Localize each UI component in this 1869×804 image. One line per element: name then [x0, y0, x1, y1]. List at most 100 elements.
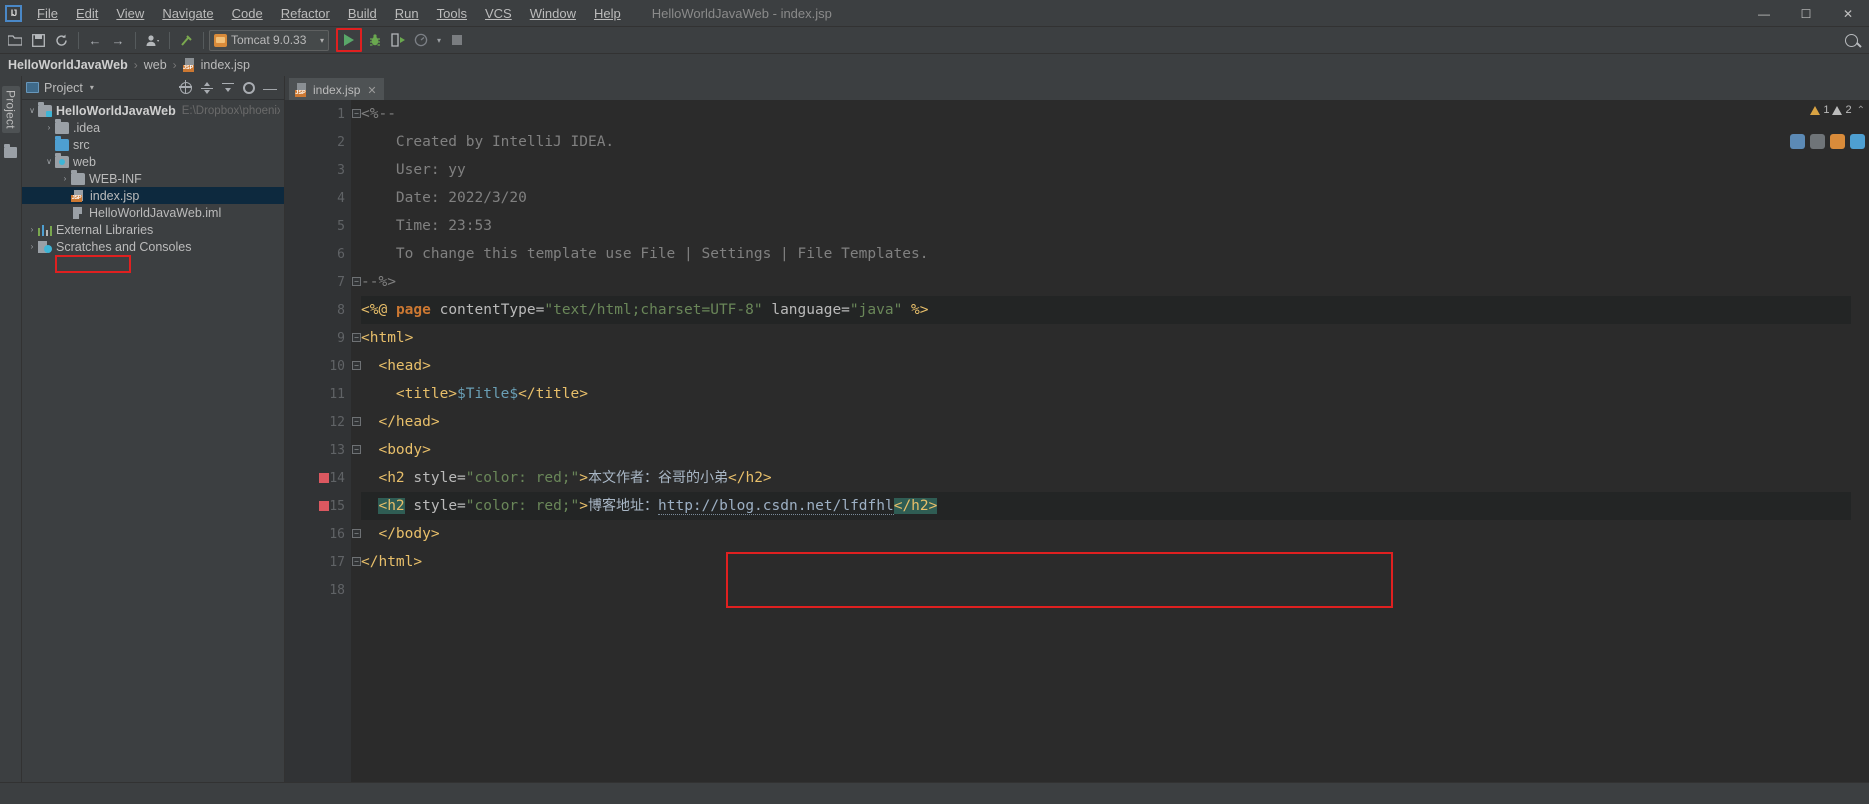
menu-window[interactable]: Window: [521, 0, 585, 27]
twisty-icon[interactable]: ›: [26, 242, 38, 251]
twisty-icon[interactable]: ∨: [26, 106, 38, 115]
menu-view[interactable]: View: [107, 0, 153, 27]
open-folder-icon[interactable]: [4, 29, 26, 51]
code-token-string: "color: red;": [465, 498, 580, 514]
close-icon[interactable]: ✕: [367, 84, 376, 97]
navigate-forward-icon[interactable]: →: [107, 29, 129, 51]
inspection-summary[interactable]: 1 2 ⌃: [1810, 104, 1865, 116]
structure-icon[interactable]: [4, 143, 17, 158]
breakpoint-icon[interactable]: [319, 473, 329, 483]
minimize-button[interactable]: —: [1743, 0, 1785, 27]
code-line-15: <h2 style="color: red;">博客地址：http://blog…: [361, 492, 1851, 520]
run-button[interactable]: [336, 28, 362, 52]
chevron-down-icon[interactable]: ▾: [90, 83, 94, 92]
code-text-area[interactable]: <%-- Created by IntelliJ IDEA. User: yy …: [351, 100, 1851, 782]
iml-file-icon: [71, 206, 85, 219]
source-folder-icon: [55, 136, 69, 151]
tree-node-index-jsp[interactable]: JSP index.jsp: [22, 187, 284, 204]
intellij-logo-icon: IJ: [5, 4, 22, 22]
code-token-tag-selected: </h2>: [893, 498, 938, 514]
debug-button[interactable]: [364, 29, 386, 51]
tree-node-external-libraries[interactable]: › External Libraries: [22, 221, 284, 238]
editor-gutter[interactable]: 1− 2 3 4 5 6 7− 8 9− 10− 11 12− 13− 14 1…: [285, 100, 361, 782]
settings-widget-icon[interactable]: [1790, 134, 1805, 149]
menu-code[interactable]: Code: [223, 0, 272, 27]
collapse-all-icon[interactable]: [220, 80, 236, 96]
tree-node-web-inf[interactable]: › WEB-INF: [22, 170, 284, 187]
twisty-icon[interactable]: ∨: [43, 157, 55, 166]
menu-navigate[interactable]: Navigate: [153, 0, 222, 27]
profiler-dropdown-icon[interactable]: ▾: [433, 29, 445, 51]
code-token-tag: </h2>: [728, 470, 772, 486]
navigate-back-icon[interactable]: ←: [84, 29, 106, 51]
tree-node-scratches-and-consoles[interactable]: › Scratches and Consoles: [22, 238, 284, 255]
breadcrumb-file[interactable]: index.jsp: [201, 58, 250, 72]
code-line-9: <html>: [361, 324, 1851, 352]
hide-panel-icon[interactable]: —: [262, 80, 278, 96]
info-widget-icon[interactable]: [1850, 134, 1865, 149]
menu-tools[interactable]: Tools: [428, 0, 476, 27]
close-button[interactable]: ✕: [1827, 0, 1869, 27]
tab-index-jsp[interactable]: JSP index.jsp ✕: [289, 78, 384, 100]
run-configuration-selector[interactable]: Tomcat 9.0.33 ▾: [209, 29, 329, 51]
settings-gear-icon[interactable]: [241, 80, 257, 96]
sync-icon[interactable]: [50, 29, 72, 51]
menu-edit[interactable]: Edit: [67, 0, 107, 27]
code-token-comment: Created by IntelliJ IDEA.: [395, 134, 615, 150]
save-icon[interactable]: [27, 29, 49, 51]
user-icon[interactable]: [141, 29, 163, 51]
tree-node-helloworldjavaweb[interactable]: ∨ HelloWorldJavaWeb E:\Dropbox\phoenix\T…: [22, 102, 284, 119]
hammer-icon[interactable]: [175, 29, 197, 51]
code-token-directive-close: %>: [911, 302, 929, 318]
maximize-button[interactable]: ☐: [1785, 0, 1827, 27]
profiler-button[interactable]: [410, 29, 432, 51]
tool-window-button-project[interactable]: Project: [1, 86, 20, 133]
menu-help[interactable]: Help: [585, 0, 630, 27]
menu-refactor[interactable]: Refactor: [272, 0, 339, 27]
intellij-window: IJ File Edit View Navigate Code Refactor…: [0, 0, 1869, 804]
twisty-icon[interactable]: ›: [59, 174, 71, 183]
run-with-coverage-button[interactable]: [387, 29, 409, 51]
tree-node-label: web: [73, 154, 96, 169]
editor-content[interactable]: 1− 2 3 4 5 6 7− 8 9− 10− 11 12− 13− 14 1…: [285, 100, 1869, 782]
jsp-file-icon: JSP: [182, 58, 197, 72]
locate-icon[interactable]: [178, 80, 194, 96]
breadcrumb-project[interactable]: HelloWorldJavaWeb: [8, 58, 128, 72]
stop-icon: [452, 35, 462, 45]
inspections-widget-icon[interactable]: [1810, 134, 1825, 149]
expand-all-icon[interactable]: [199, 80, 215, 96]
code-line-2: Created by IntelliJ IDEA.: [361, 128, 1851, 156]
chevron-up-icon[interactable]: ⌃: [1857, 105, 1865, 116]
menu-vcs[interactable]: VCS: [476, 0, 521, 27]
code-line-3: User: yy: [361, 156, 1851, 184]
twisty-icon[interactable]: ›: [26, 225, 38, 234]
tree-node-label: External Libraries: [56, 222, 154, 237]
scratches-icon: [38, 240, 52, 253]
project-tree: ∨ HelloWorldJavaWeb E:\Dropbox\phoenix\T…: [22, 100, 284, 782]
gutter-line: 14: [285, 464, 351, 492]
gutter-line: 13−: [285, 436, 361, 464]
menu-file[interactable]: File: [28, 0, 67, 27]
stop-button[interactable]: [446, 29, 468, 51]
menu-build[interactable]: Build: [339, 0, 386, 27]
menu-window-label: Window: [529, 5, 576, 21]
code-line-16: </body>: [361, 520, 1851, 548]
code-token-url[interactable]: http://blog.csdn.net/lfdfhl: [658, 498, 894, 515]
tree-node-idea[interactable]: › .idea: [22, 119, 284, 136]
tree-node-web[interactable]: ∨ web: [22, 153, 284, 170]
breadcrumb-folder[interactable]: web: [144, 58, 167, 72]
menu-vcs-label: VCS: [484, 5, 512, 21]
inspection-strip[interactable]: 1 2 ⌃: [1790, 100, 1869, 782]
module-folder-icon: [38, 102, 52, 117]
tree-node-label: HelloWorldJavaWeb: [56, 103, 176, 118]
tree-node-iml[interactable]: HelloWorldJavaWeb.iml: [22, 204, 284, 221]
code-token-tag: <title>: [395, 386, 458, 402]
breakpoint-icon[interactable]: [319, 501, 329, 511]
search-everywhere-button[interactable]: [1840, 30, 1862, 52]
code-token-text: 本文作者：谷哥的小弟: [588, 470, 729, 486]
tree-node-src[interactable]: src: [22, 136, 284, 153]
menu-run[interactable]: Run: [386, 0, 428, 27]
warning-widget-icon[interactable]: [1830, 134, 1845, 149]
twisty-icon[interactable]: ›: [43, 123, 55, 132]
